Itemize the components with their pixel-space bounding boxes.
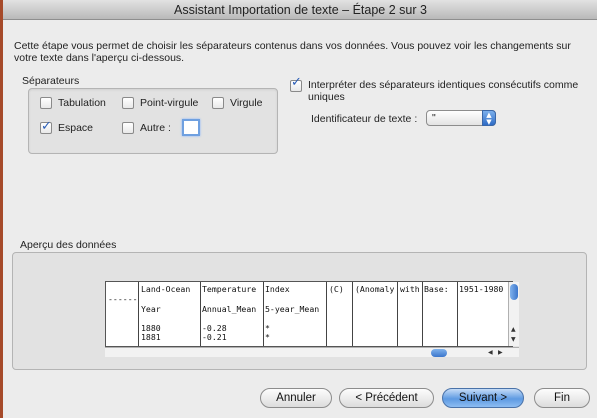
table-cell: -0.21 bbox=[202, 332, 227, 342]
table-cell: with bbox=[400, 284, 420, 294]
table-cell: 1881 bbox=[141, 332, 161, 342]
scroll-left-arrow-icon[interactable]: ◀ bbox=[488, 349, 493, 356]
table-cell: Annual_Mean bbox=[202, 304, 257, 314]
other-separator-input[interactable] bbox=[182, 119, 200, 136]
table-cell: 5-year_Mean bbox=[265, 304, 320, 314]
table-cell: Index bbox=[265, 284, 290, 294]
table-cell: (Anomaly bbox=[355, 284, 395, 294]
table-cell: Land-Ocean bbox=[141, 284, 191, 294]
consecutive-checkbox[interactable]: Interpréter des séparateurs identiques c… bbox=[290, 77, 590, 103]
cancel-button[interactable]: Annuler bbox=[260, 388, 332, 408]
table-cell: Year bbox=[141, 304, 161, 314]
scroll-down-arrow-icon[interactable]: ▼ bbox=[511, 336, 516, 343]
text-qualifier-select[interactable]: " ▲ ▼ bbox=[426, 110, 496, 126]
column-separator bbox=[138, 282, 139, 346]
column-separator bbox=[422, 282, 423, 346]
scroll-right-arrow-icon[interactable]: ▶ bbox=[498, 349, 503, 356]
column-separator bbox=[200, 282, 201, 346]
semicolon-checkbox[interactable]: Point-virgule bbox=[122, 97, 198, 109]
text-qualifier-label: Identificateur de texte : bbox=[311, 113, 418, 125]
tab-checkbox-box[interactable] bbox=[40, 97, 52, 109]
table-cell: 1951-1980 bbox=[459, 284, 504, 294]
vertical-scroll-thumb[interactable] bbox=[510, 284, 518, 300]
comma-checkbox[interactable]: Virgule bbox=[212, 97, 263, 109]
semicolon-checkbox-box[interactable] bbox=[122, 97, 134, 109]
scroll-up-arrow-icon[interactable]: ▲ bbox=[511, 326, 516, 333]
table-cell: Base: bbox=[424, 284, 449, 294]
tab-checkbox-label: Tabulation bbox=[58, 97, 106, 109]
column-separator bbox=[263, 282, 264, 346]
text-qualifier-value: " bbox=[432, 112, 436, 124]
consecutive-checkbox-label: Interpréter des séparateurs identiques c… bbox=[308, 79, 579, 103]
preview-label: Aperçu des données bbox=[20, 239, 117, 251]
intro-text: Cette étape vous permet de choisir les s… bbox=[14, 40, 571, 64]
finish-button[interactable]: Fin bbox=[534, 388, 590, 408]
consecutive-checkbox-box[interactable] bbox=[290, 77, 302, 92]
horizontal-scroll-thumb[interactable] bbox=[431, 349, 447, 357]
window-title: Assistant Importation de texte – Étape 2… bbox=[2, 0, 597, 20]
preview-horizontal-scrollbar[interactable]: ◀ ▶ bbox=[105, 347, 519, 357]
previous-button[interactable]: < Précédent bbox=[339, 388, 434, 408]
comma-checkbox-box[interactable] bbox=[212, 97, 224, 109]
space-checkbox[interactable]: Espace bbox=[40, 119, 94, 134]
column-separator bbox=[326, 282, 327, 346]
comma-checkbox-label: Virgule bbox=[230, 97, 263, 109]
preview-table[interactable]: Land-Ocean Temperature Index (C) (Anomal… bbox=[105, 281, 513, 347]
other-checkbox-label: Autre : bbox=[140, 122, 171, 134]
table-cell: ------ bbox=[108, 294, 138, 304]
preview-vertical-scrollbar[interactable]: ▲ ▼ bbox=[508, 282, 519, 346]
space-checkbox-box[interactable] bbox=[40, 119, 52, 134]
other-checkbox[interactable]: Autre : bbox=[122, 122, 171, 134]
next-button[interactable]: Suivant > bbox=[442, 388, 524, 408]
table-cell: (C) bbox=[329, 284, 344, 294]
tab-checkbox[interactable]: Tabulation bbox=[40, 97, 106, 109]
window-left-edge bbox=[0, 0, 3, 418]
space-checkbox-label: Espace bbox=[58, 122, 94, 134]
other-checkbox-box[interactable] bbox=[122, 122, 134, 134]
column-separator bbox=[352, 282, 353, 346]
column-separator bbox=[397, 282, 398, 346]
updown-arrows-icon: ▲ ▼ bbox=[482, 110, 496, 126]
table-cell: Temperature bbox=[202, 284, 257, 294]
table-cell: * bbox=[265, 332, 270, 342]
column-separator bbox=[457, 282, 458, 346]
semicolon-checkbox-label: Point-virgule bbox=[140, 97, 199, 109]
separators-label: Séparateurs bbox=[22, 75, 80, 87]
